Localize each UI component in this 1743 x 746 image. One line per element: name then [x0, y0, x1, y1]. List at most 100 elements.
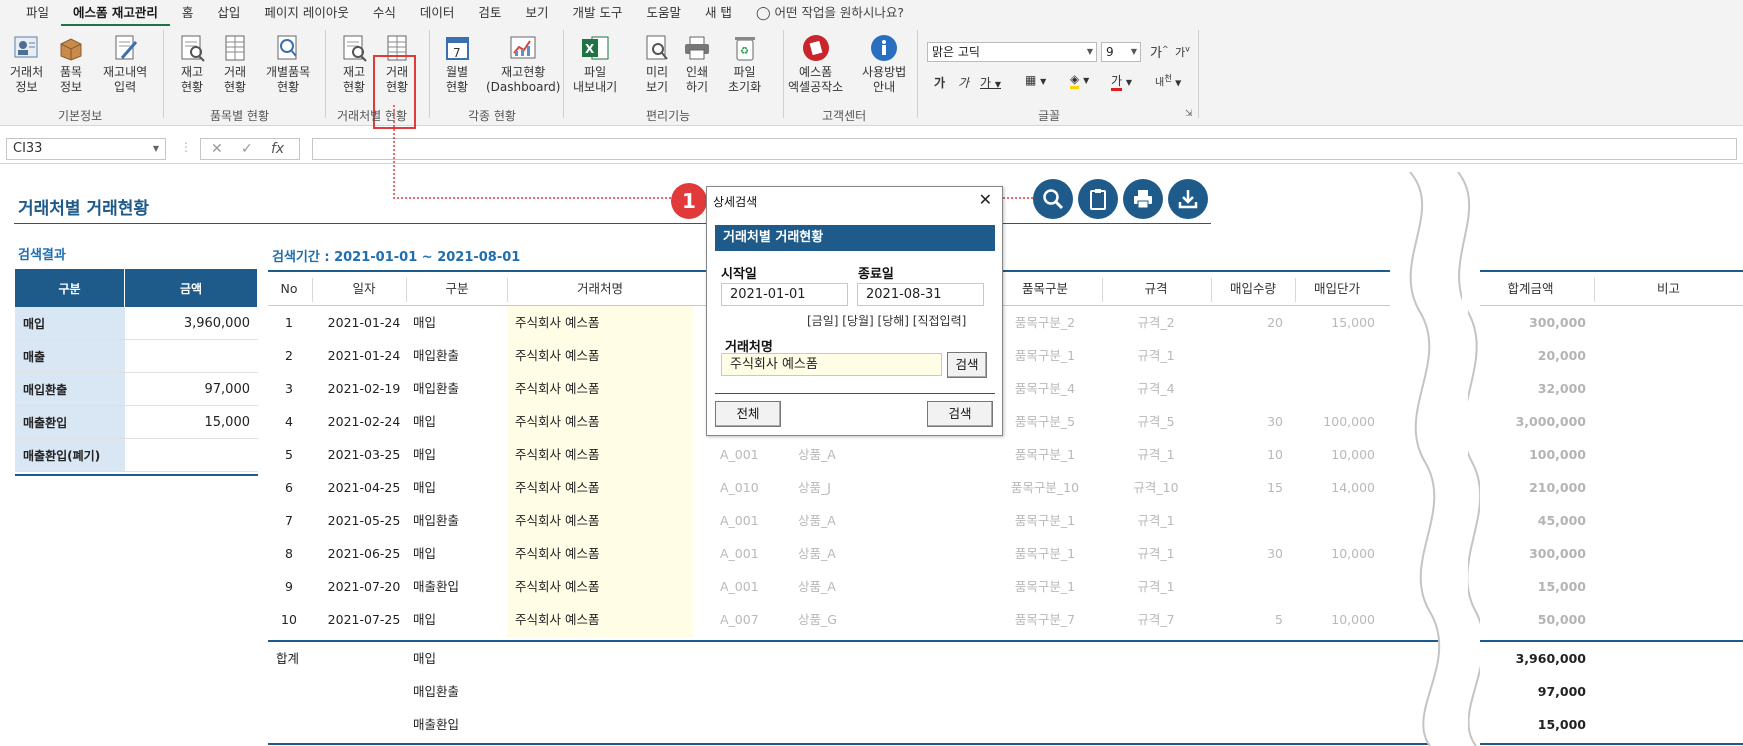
cell-qty[interactable] [1211, 339, 1283, 372]
date-quick-links[interactable]: [금일] [당월] [당해] [직접입력] [807, 312, 966, 329]
start-date-input[interactable]: 2021-01-01 [721, 283, 848, 306]
cell-item-code[interactable]: A_010 [720, 471, 780, 504]
cell-spec[interactable]: 규격_1 [1102, 504, 1210, 537]
cell-price[interactable]: 10,000 [1295, 537, 1375, 570]
cell-qty[interactable]: 30 [1211, 405, 1283, 438]
cell-price[interactable] [1295, 504, 1375, 537]
cell-spec[interactable]: 규격_10 [1102, 471, 1210, 504]
shrink-font-icon[interactable]: 가v [1175, 44, 1190, 60]
cell-total[interactable]: 3,000,000 [1468, 405, 1586, 438]
cell-item-code[interactable]: A_001 [720, 504, 780, 537]
partner-input[interactable]: 주식회사 예스폼 [721, 353, 942, 376]
cell-type[interactable]: 매입 [413, 438, 503, 471]
cell-category[interactable]: 품목구분_4 [990, 372, 1100, 405]
cell-partner[interactable]: 주식회사 예스폼 [515, 405, 695, 438]
function-icon[interactable]: fx [271, 139, 284, 159]
cell-qty[interactable] [1211, 372, 1283, 405]
cell-partner[interactable]: 주식회사 예스폼 [515, 471, 695, 504]
cell-date[interactable]: 2021-02-24 [314, 405, 414, 438]
cell-total[interactable]: 20,000 [1468, 339, 1586, 372]
cell-item-name[interactable]: 상품_A [798, 504, 878, 537]
btn-partner-stock-status[interactable]: 재고 현황 [339, 34, 369, 95]
btn-preview[interactable]: 미리 보기 [642, 34, 672, 95]
cell-category[interactable]: 품목구분_5 [990, 405, 1100, 438]
phonetic-icon[interactable]: 내천 ▼ [1155, 72, 1181, 88]
cell-item-code[interactable]: A_007 [720, 603, 780, 636]
cell-total[interactable]: 50,000 [1468, 603, 1586, 636]
btn-partner-info[interactable]: 거래처 정보 [10, 34, 43, 95]
cell-total[interactable]: 45,000 [1468, 504, 1586, 537]
menu-view[interactable]: 보기 [513, 0, 560, 26]
cell-qty[interactable]: 15 [1211, 471, 1283, 504]
cell-date[interactable]: 2021-07-20 [314, 570, 414, 603]
cell-price[interactable] [1295, 372, 1375, 405]
cell-no[interactable]: 5 [268, 438, 310, 471]
cell-type[interactable]: 매입환출 [413, 504, 503, 537]
summary-row-value[interactable]: 3,960,000 [125, 307, 258, 339]
menu-yesform[interactable]: 에스폼 재고관리 [61, 0, 170, 26]
summary-row-value[interactable]: 15,000 [125, 406, 258, 438]
cell-category[interactable]: 품목구분_1 [990, 504, 1100, 537]
cell-partner[interactable]: 주식회사 예스폼 [515, 570, 695, 603]
cell-spec[interactable]: 규격_5 [1102, 405, 1210, 438]
menu-home[interactable]: 홈 [170, 0, 206, 26]
cancel-icon[interactable]: ✕ [211, 139, 223, 159]
cell-category[interactable]: 품목구분_10 [990, 471, 1100, 504]
cell-date[interactable]: 2021-03-25 [314, 438, 414, 471]
cell-partner[interactable]: 주식회사 예스폼 [515, 306, 695, 339]
menu-help[interactable]: 도움말 [634, 0, 693, 26]
cell-date[interactable]: 2021-07-25 [314, 603, 414, 636]
name-box[interactable]: CI33 ▼ [6, 138, 166, 160]
cell-partner[interactable]: 주식회사 예스폼 [515, 603, 695, 636]
font-name-select[interactable]: 맑은 고딕 ▼ [927, 42, 1097, 62]
cell-item-name[interactable]: 상품_G [798, 603, 878, 636]
cell-date[interactable]: 2021-05-25 [314, 504, 414, 537]
cell-spec[interactable]: 규격_2 [1102, 306, 1210, 339]
partner-search-button[interactable]: 검색 [947, 352, 987, 378]
cell-date[interactable]: 2021-02-19 [314, 372, 414, 405]
btn-print[interactable]: 인쇄 하기 [682, 34, 712, 95]
menu-developer[interactable]: 개발 도구 [560, 0, 634, 26]
cell-no[interactable]: 2 [268, 339, 310, 372]
fill-color-icon[interactable]: ◈ ▼ [1070, 72, 1089, 89]
cell-type[interactable]: 매입환출 [413, 372, 503, 405]
cell-total[interactable]: 100,000 [1468, 438, 1586, 471]
cell-no[interactable]: 1 [268, 306, 310, 339]
underline-icon[interactable]: 가 ▼ [980, 74, 1001, 91]
cell-price[interactable]: 10,000 [1295, 603, 1375, 636]
tell-me-search[interactable]: ◯ 어떤 작업을 원하시나요? [744, 0, 916, 26]
cell-category[interactable]: 품목구분_1 [990, 570, 1100, 603]
btn-item-trade-status[interactable]: 거래 현황 [220, 34, 250, 95]
cell-no[interactable]: 4 [268, 405, 310, 438]
cell-type[interactable]: 매입 [413, 537, 503, 570]
cell-date[interactable]: 2021-01-24 [314, 339, 414, 372]
cell-item-code[interactable]: A_001 [720, 438, 780, 471]
cell-spec[interactable]: 규격_1 [1102, 537, 1210, 570]
cell-qty[interactable]: 10 [1211, 438, 1283, 471]
print-button[interactable] [1123, 179, 1163, 219]
search-dialog-button[interactable]: 검색 [927, 401, 993, 427]
btn-item-stock-status[interactable]: 재고 현황 [177, 34, 207, 95]
btn-monthly-status[interactable]: 7 월별 현황 [442, 34, 472, 95]
cell-item-name[interactable]: 상품_J [798, 471, 878, 504]
cell-spec[interactable]: 규격_4 [1102, 372, 1210, 405]
cell-price[interactable]: 100,000 [1295, 405, 1375, 438]
cell-price[interactable]: 15,000 [1295, 306, 1375, 339]
cell-no[interactable]: 9 [268, 570, 310, 603]
cell-total[interactable]: 300,000 [1468, 537, 1586, 570]
cell-type[interactable]: 매입 [413, 471, 503, 504]
cell-type[interactable]: 매출환입 [413, 570, 503, 603]
btn-item-info[interactable]: 품목 정보 [56, 34, 86, 95]
cell-partner[interactable]: 주식회사 예스폼 [515, 438, 695, 471]
cell-no[interactable]: 6 [268, 471, 310, 504]
bold-icon[interactable]: 가 [934, 74, 945, 91]
cell-price[interactable] [1295, 339, 1375, 372]
cell-type[interactable]: 매입 [413, 603, 503, 636]
summary-row-value[interactable] [125, 439, 258, 471]
menu-new-tab[interactable]: 새 탭 [693, 0, 744, 26]
cell-qty[interactable]: 5 [1211, 603, 1283, 636]
cell-type[interactable]: 매입 [413, 405, 503, 438]
font-color-icon[interactable]: 가 ▼ [1111, 72, 1132, 91]
cell-price[interactable]: 14,000 [1295, 471, 1375, 504]
menu-data[interactable]: 데이터 [408, 0, 467, 26]
